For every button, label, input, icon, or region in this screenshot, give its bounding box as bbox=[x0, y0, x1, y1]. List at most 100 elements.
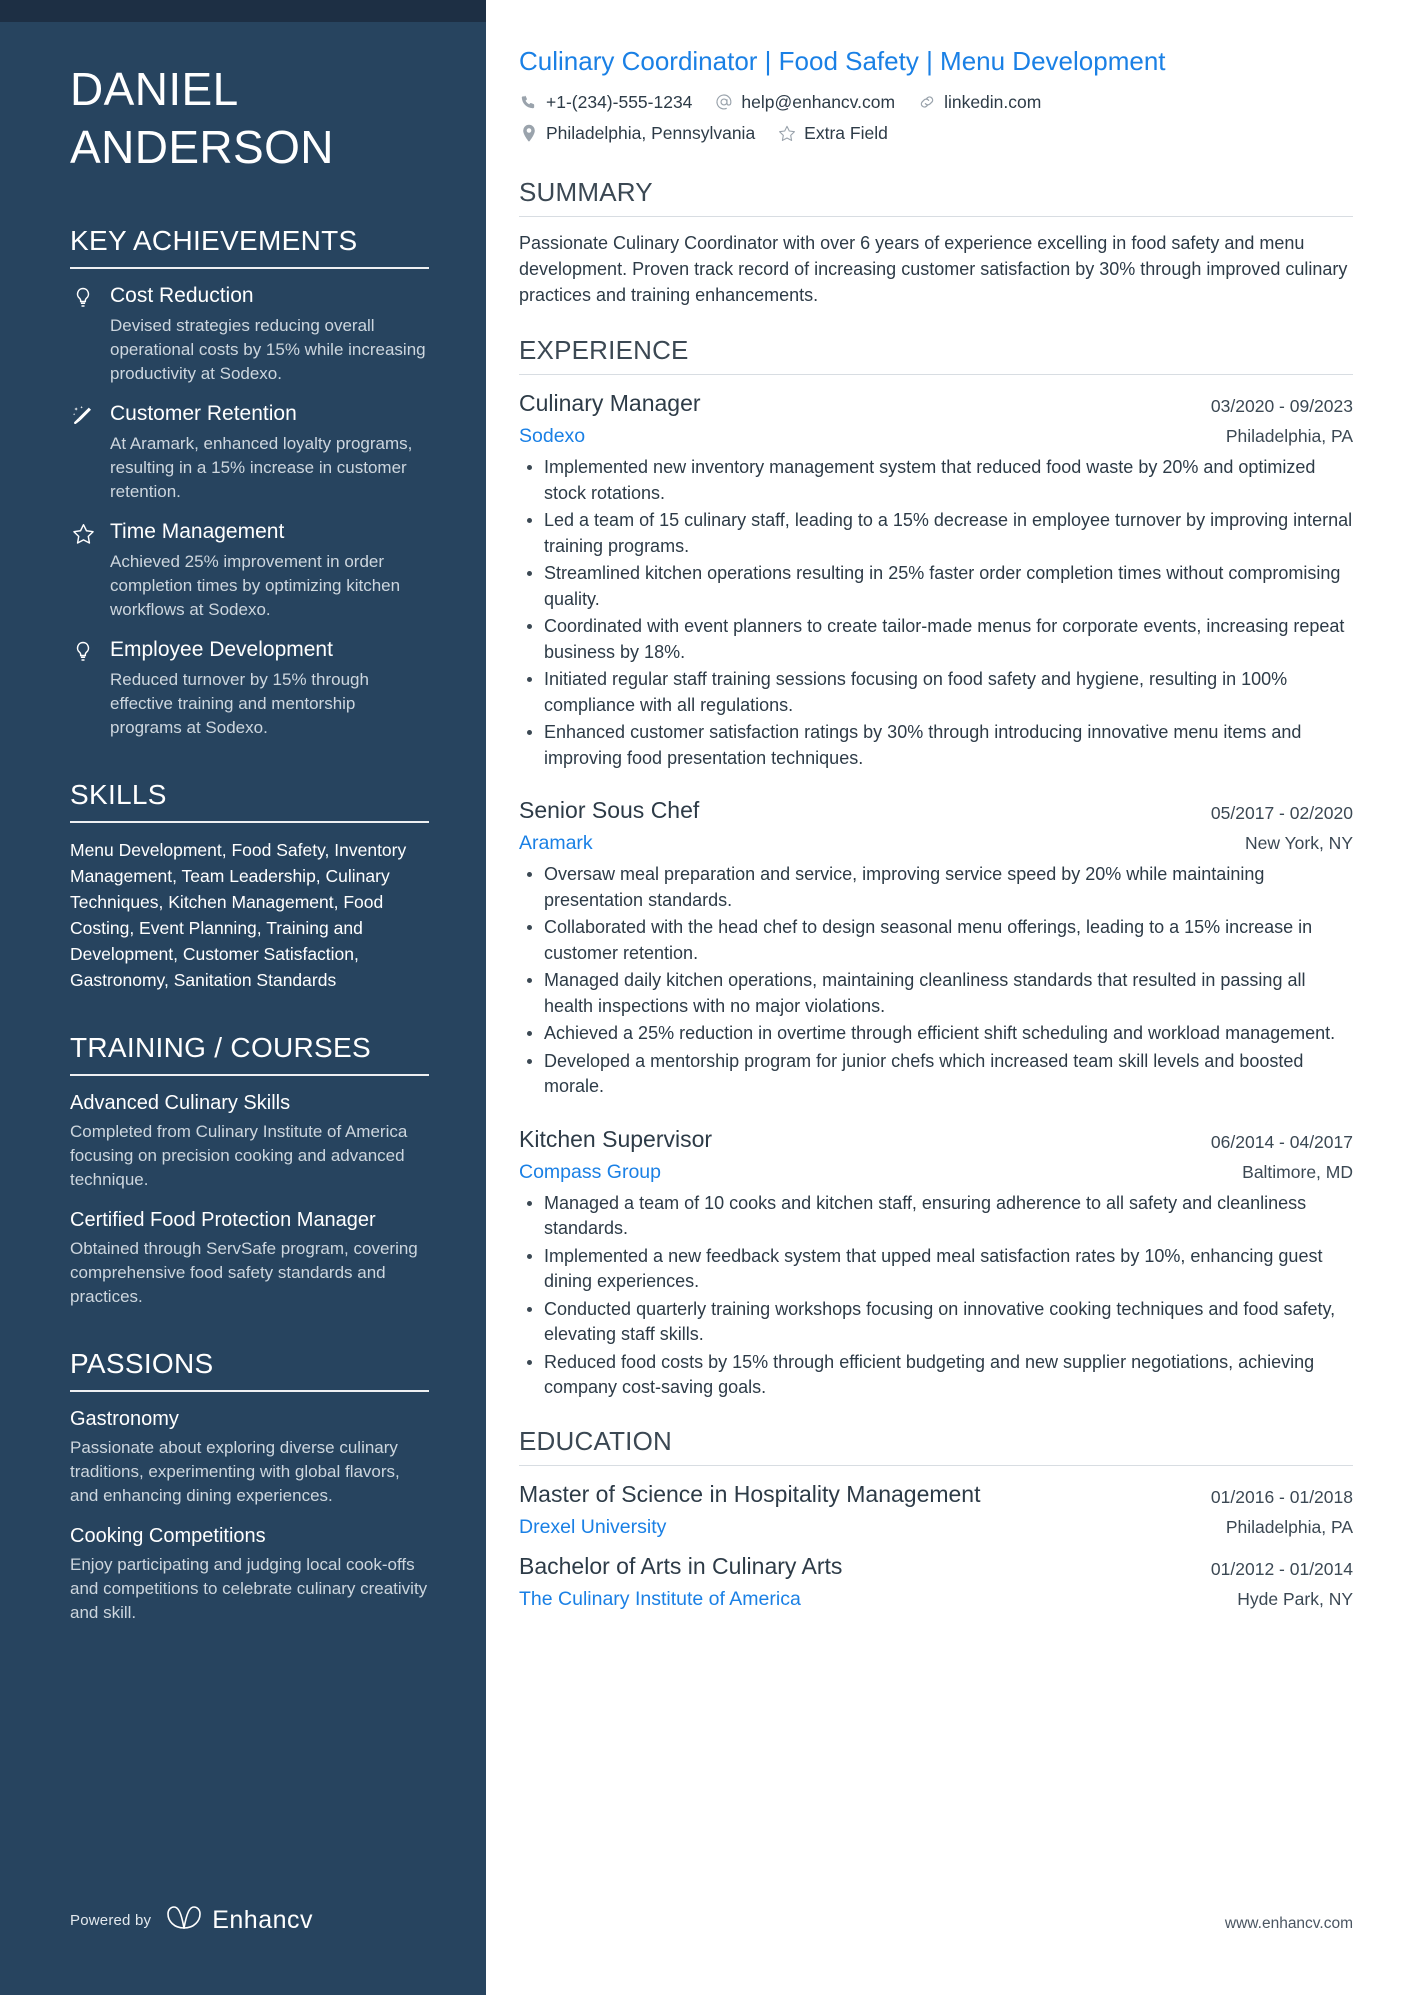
section-training-courses: TRAINING / COURSES Advanced Culinary Ski… bbox=[70, 1031, 429, 1309]
bullet: Implemented a new feedback system that u… bbox=[519, 1244, 1353, 1295]
degree-title: Bachelor of Arts in Culinary Arts bbox=[519, 1552, 843, 1579]
at-sign-icon bbox=[714, 93, 733, 112]
contact-extra-field[interactable]: Extra Field bbox=[777, 120, 888, 146]
divider bbox=[70, 267, 429, 269]
section-title: PASSIONS bbox=[70, 1348, 214, 1379]
passion-item: Cooking Competitions Enjoy participating… bbox=[70, 1523, 429, 1625]
entry-header: Bachelor of Arts in Culinary Arts 01/201… bbox=[519, 1551, 1353, 1585]
section-skills: SKILLS Menu Development, Food Safety, In… bbox=[70, 778, 429, 993]
bullet: Conducted quarterly training workshops f… bbox=[519, 1297, 1353, 1348]
passion-desc: Passionate about exploring diverse culin… bbox=[70, 1438, 400, 1505]
job-dates: 06/2014 - 04/2017 bbox=[1210, 1131, 1353, 1152]
section-title: KEY ACHIEVEMENTS bbox=[70, 225, 358, 256]
achievement-title: Time Management bbox=[110, 520, 285, 543]
skills-list: Menu Development, Food Safety, Inventory… bbox=[70, 840, 407, 990]
contact-location[interactable]: Philadelphia, Pennsylvania bbox=[519, 120, 755, 146]
divider bbox=[519, 374, 1353, 375]
bullet: Oversaw meal preparation and service, im… bbox=[519, 862, 1353, 913]
school-location: Philadelphia, PA bbox=[1225, 1516, 1353, 1537]
map-pin-icon bbox=[519, 124, 538, 143]
achievement-item: Employee Development Reduced turnover by… bbox=[70, 637, 429, 740]
job-location: Baltimore, MD bbox=[1242, 1161, 1353, 1182]
passion-title: Cooking Competitions bbox=[70, 1525, 266, 1547]
job-dates: 05/2017 - 02/2020 bbox=[1210, 803, 1353, 823]
contact-row: +1-(234)-555-1234 help@enhancv.com linke… bbox=[519, 89, 1353, 115]
experience-entry: Culinary Manager 03/2020 - 09/2023 Sodex… bbox=[519, 388, 1353, 771]
entry-subheader: The Culinary Institute of America Hyde P… bbox=[519, 1585, 1353, 1613]
bullet: Coordinated with event planners to creat… bbox=[519, 614, 1353, 665]
contact-location-text: Philadelphia, Pennsylvania bbox=[546, 123, 756, 143]
section-title: EDUCATION bbox=[519, 1425, 672, 1456]
passion-item: Gastronomy Passionate about exploring di… bbox=[70, 1406, 429, 1508]
contact-linkedin-text: linkedin.com bbox=[944, 92, 1042, 112]
entry-subheader: Aramark New York, NY bbox=[519, 829, 1353, 857]
main-column: Culinary Coordinator | Food Safety | Men… bbox=[486, 0, 1410, 1995]
bullet: Implemented new inventory management sys… bbox=[519, 455, 1353, 506]
bullet: Enhanced customer satisfaction ratings b… bbox=[519, 720, 1353, 771]
contact-extra-field-text: Extra Field bbox=[804, 123, 888, 143]
achievement-desc: Reduced turnover by 15% through effectiv… bbox=[110, 670, 369, 737]
entry-header: Kitchen Supervisor 06/2014 - 04/2017 bbox=[519, 1124, 1353, 1158]
achievement-desc: Devised strategies reducing overall oper… bbox=[110, 316, 426, 383]
course-item: Certified Food Protection Manager Obtain… bbox=[70, 1207, 429, 1309]
degree-dates: 01/2016 - 01/2018 bbox=[1210, 1486, 1353, 1507]
star-icon bbox=[777, 124, 796, 143]
enhancv-logo: Enhancv bbox=[165, 1904, 313, 1937]
magic-wand-icon bbox=[70, 401, 96, 504]
section-title: SKILLS bbox=[70, 779, 167, 810]
divider bbox=[519, 216, 1353, 217]
contact-phone[interactable]: +1-(234)-555-1234 bbox=[519, 89, 692, 115]
achievement-desc: At Aramark, enhanced loyalty programs, r… bbox=[110, 434, 413, 501]
contact-email-text: help@enhancv.com bbox=[741, 92, 896, 112]
entry-subheader: Sodexo Philadelphia, PA bbox=[519, 422, 1353, 450]
achievement-item: Cost Reduction Devised strategies reduci… bbox=[70, 283, 429, 386]
first-name: DANIEL bbox=[70, 63, 239, 115]
company-name[interactable]: Compass Group bbox=[519, 1158, 1222, 1186]
course-desc: Completed from Culinary Institute of Ame… bbox=[70, 1122, 408, 1189]
passion-title: Gastronomy bbox=[70, 1408, 179, 1430]
section-title: TRAINING / COURSES bbox=[70, 1032, 371, 1063]
bullet: Achieved a 25% reduction in overtime thr… bbox=[519, 1021, 1353, 1047]
star-icon bbox=[70, 519, 96, 622]
school-name[interactable]: The Culinary Institute of America bbox=[519, 1585, 1217, 1613]
section-passions: PASSIONS Gastronomy Passionate about exp… bbox=[70, 1347, 429, 1625]
passion-desc: Enjoy participating and judging local co… bbox=[70, 1555, 428, 1622]
section-key-achievements: KEY ACHIEVEMENTS Cost Reduction Devised … bbox=[70, 224, 429, 740]
divider bbox=[70, 821, 429, 823]
contact-linkedin[interactable]: linkedin.com bbox=[917, 89, 1041, 115]
job-bullets: Managed a team of 10 cooks and kitchen s… bbox=[519, 1191, 1353, 1401]
job-location: Philadelphia, PA bbox=[1225, 426, 1353, 446]
company-name[interactable]: Sodexo bbox=[519, 422, 1206, 450]
bullet: Led a team of 15 culinary staff, leading… bbox=[519, 508, 1353, 559]
bullet: Managed a team of 10 cooks and kitchen s… bbox=[519, 1191, 1353, 1242]
enhancv-mark-icon bbox=[165, 1904, 203, 1937]
entry-header: Master of Science in Hospitality Managem… bbox=[519, 1479, 1353, 1513]
course-desc: Obtained through ServSafe program, cover… bbox=[70, 1239, 418, 1306]
job-location: New York, NY bbox=[1245, 833, 1353, 853]
section-title: SUMMARY bbox=[519, 177, 653, 207]
headline-title: Culinary Coordinator | Food Safety | Men… bbox=[519, 46, 1166, 76]
divider bbox=[70, 1074, 429, 1076]
school-location: Hyde Park, NY bbox=[1237, 1588, 1353, 1609]
experience-entry: Senior Sous Chef 05/2017 - 02/2020 Arama… bbox=[519, 795, 1353, 1100]
sidebar: DANIEL ANDERSON KEY ACHIEVEMENTS Cost Re… bbox=[0, 0, 486, 1995]
experience-entry: Kitchen Supervisor 06/2014 - 04/2017 Com… bbox=[519, 1124, 1353, 1401]
summary-text: Passionate Culinary Coordinator with ove… bbox=[519, 233, 1348, 305]
achievement-title: Employee Development bbox=[110, 638, 333, 661]
bullet: Streamlined kitchen operations resulting… bbox=[519, 561, 1353, 612]
footer-url[interactable]: www.enhancv.com bbox=[1225, 1915, 1353, 1933]
divider bbox=[70, 1390, 429, 1392]
school-name[interactable]: Drexel University bbox=[519, 1513, 1206, 1541]
course-title: Advanced Culinary Skills bbox=[70, 1092, 291, 1114]
bullet: Managed daily kitchen operations, mainta… bbox=[519, 968, 1353, 1019]
section-experience: EXPERIENCE Culinary Manager 03/2020 - 09… bbox=[519, 334, 1353, 1401]
contact-email[interactable]: help@enhancv.com bbox=[714, 89, 895, 115]
degree-dates: 01/2012 - 01/2014 bbox=[1210, 1558, 1353, 1579]
bullet: Reduced food costs by 15% through effici… bbox=[519, 1350, 1353, 1401]
phone-icon bbox=[519, 93, 538, 112]
course-item: Advanced Culinary Skills Completed from … bbox=[70, 1090, 429, 1192]
link-icon bbox=[917, 93, 936, 112]
company-name[interactable]: Aramark bbox=[519, 829, 1225, 857]
sidebar-footer: Powered by Enhancv bbox=[70, 1904, 313, 1937]
job-title: Culinary Manager bbox=[519, 390, 701, 416]
